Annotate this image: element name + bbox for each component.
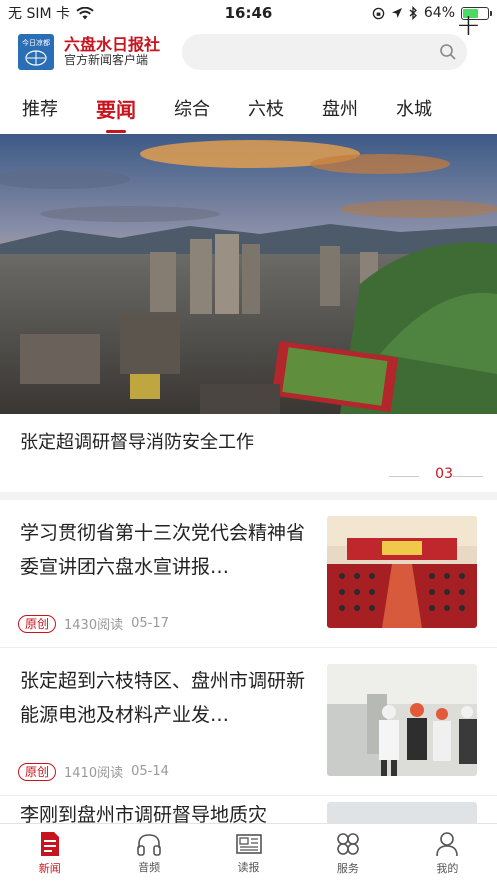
channel-tab-liuzhi[interactable]: 六枝: [248, 95, 284, 121]
clock: 16:46: [224, 4, 273, 22]
original-badge: 原创: [18, 762, 57, 781]
carrier-label: 无 SIM 卡: [8, 6, 70, 22]
tab-services-label: 服务: [336, 862, 359, 875]
tab-profile-label: 我的: [436, 862, 459, 875]
news-thumbnail: [327, 802, 477, 823]
status-bar: 无 SIM 卡 16:46 64%: [0, 0, 497, 26]
app-logo[interactable]: 今日凉都: [18, 34, 54, 70]
channel-tab-yaowen[interactable]: 要闻: [96, 94, 136, 133]
news-date: 05-17: [131, 616, 169, 631]
news-title: 学习贯彻省第十三次党代会精神省委宣讲团六盘水宣讲报…: [20, 522, 306, 578]
news-icon: [40, 832, 59, 856]
tab-read-paper-label: 读报: [237, 861, 260, 874]
news-thumbnail: [327, 516, 477, 628]
headphones-icon: [137, 834, 161, 856]
add-channel-button[interactable]: +: [456, 8, 481, 43]
wifi-icon: [76, 6, 94, 19]
news-meta: 原创 1430阅读 05-17: [18, 614, 169, 633]
bottom-tab-bar: 新闻 音频 读报 服务 我的: [0, 823, 497, 883]
app-header: 今日凉都 六盘水日报社 官方新闻客户端: [0, 26, 497, 78]
globe-icon: [25, 50, 47, 66]
news-item[interactable]: 李刚到盘州市调研督导地质灾: [0, 796, 497, 823]
news-date: 05-14: [131, 764, 169, 779]
logo-title: 六盘水日报社: [64, 34, 161, 54]
read-count: 1430阅读: [64, 618, 124, 633]
tab-news[interactable]: 新闻: [0, 824, 99, 883]
channel-tab-shuicheng[interactable]: 水城: [396, 95, 432, 121]
services-icon: [337, 833, 359, 855]
pager-line-right: [453, 476, 483, 477]
tab-audio[interactable]: 音频: [99, 824, 198, 883]
news-meta: 原创 1410阅读 05-14: [18, 762, 169, 781]
pager-line-left: [389, 476, 419, 477]
logo-subtitle: 官方新闻客户端: [64, 53, 149, 68]
channel-tab-tuijian[interactable]: 推荐: [22, 95, 58, 121]
news-title: 李刚到盘州市调研督导地质灾: [20, 804, 268, 823]
banner-image[interactable]: [0, 134, 497, 414]
news-item[interactable]: 张定超到六枝特区、盘州市调研新能源电池及材料产业发… 原创 1410阅读 05-…: [0, 648, 497, 796]
read-count: 1410阅读: [64, 766, 124, 781]
tab-news-label: 新闻: [38, 862, 61, 875]
rotation-lock-icon: [372, 7, 385, 19]
banner-pager: 03: [435, 466, 453, 482]
tab-read-paper[interactable]: 读报: [199, 824, 298, 883]
tab-profile[interactable]: 我的: [398, 824, 497, 883]
channel-tab-zonghe[interactable]: 综合: [174, 95, 210, 121]
banner-headline[interactable]: 张定超调研督导消防安全工作: [0, 414, 497, 492]
newspaper-icon: [235, 834, 262, 854]
section-divider: [0, 492, 497, 500]
status-left: 无 SIM 卡: [8, 3, 178, 23]
location-icon: [391, 8, 402, 18]
bluetooth-icon: [409, 6, 417, 20]
original-badge: 原创: [18, 614, 57, 633]
logo-badge-text: 今日凉都: [22, 39, 50, 47]
search-icon[interactable]: [439, 43, 457, 61]
news-thumbnail: [327, 664, 477, 776]
news-item[interactable]: 学习贯彻省第十三次党代会精神省委宣讲团六盘水宣讲报… 原创 1430阅读 05-…: [0, 500, 497, 648]
battery-percent: 64%: [423, 5, 455, 21]
tab-services[interactable]: 服务: [298, 824, 397, 883]
profile-icon: [436, 832, 459, 857]
logo-text: 六盘水日报社 官方新闻客户端: [64, 34, 161, 68]
channel-tab-panzhou[interactable]: 盘州: [322, 95, 358, 121]
tab-audio-label: 音频: [138, 861, 161, 874]
channel-tabs: 推荐 要闻 综合 六枝 盘州 水城: [0, 82, 497, 134]
search-input[interactable]: [182, 34, 468, 70]
news-title: 张定超到六枝特区、盘州市调研新能源电池及材料产业发…: [20, 670, 306, 726]
